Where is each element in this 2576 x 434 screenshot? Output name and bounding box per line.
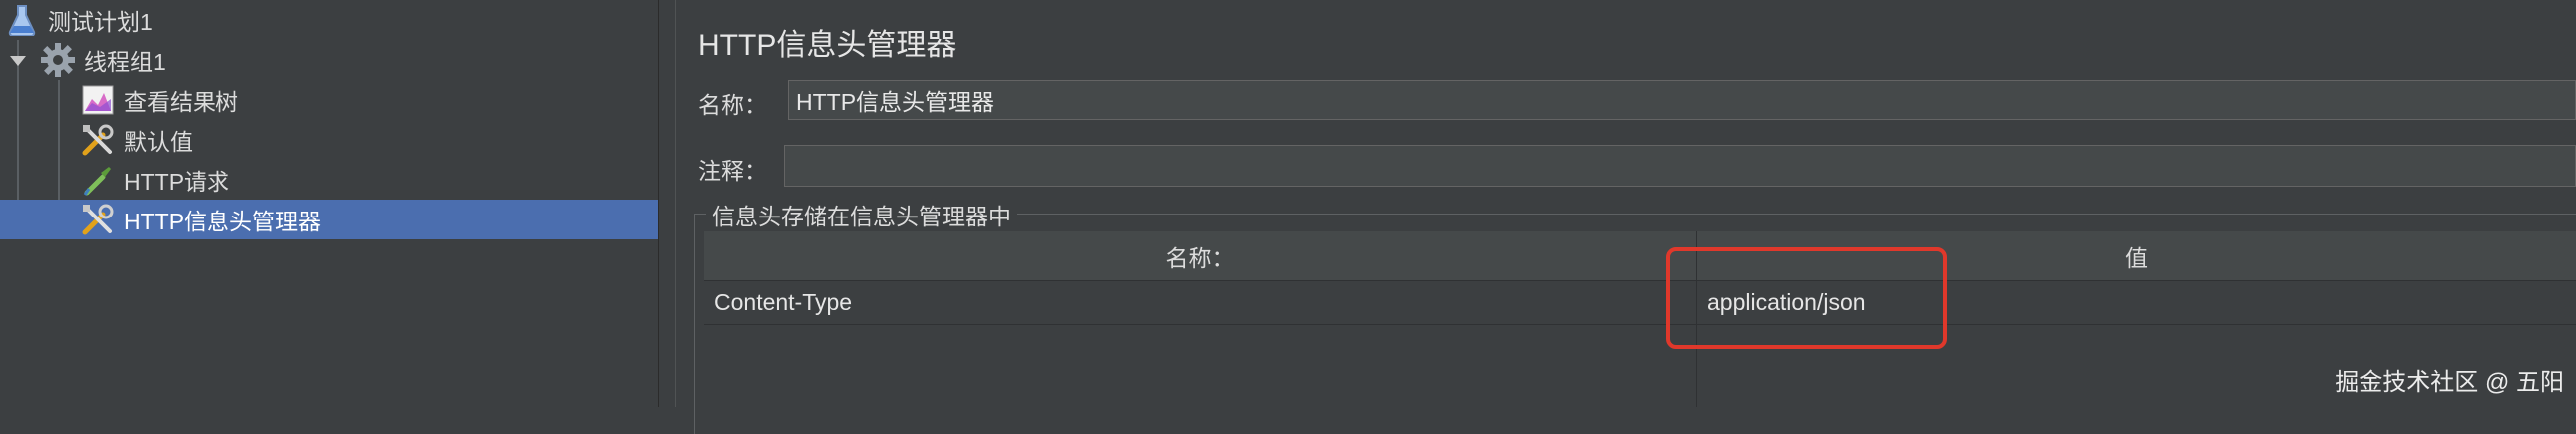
tree-item-label: HTTP请求 bbox=[124, 169, 230, 195]
name-field-value: HTTP信息头管理器 bbox=[796, 89, 995, 115]
tree-item-label: HTTP信息头管理器 bbox=[124, 209, 322, 234]
column-header-name-label: 名称： bbox=[1165, 244, 1235, 271]
tree-item-label: 默认值 bbox=[124, 129, 193, 155]
header-name-text: Content-Type bbox=[714, 289, 853, 315]
pipette-icon bbox=[80, 162, 116, 198]
tools-icon bbox=[80, 122, 116, 158]
tools-icon bbox=[80, 202, 116, 237]
tree-item-thread-group[interactable]: 线程组1 bbox=[0, 40, 658, 80]
tree-item-label: 线程组1 bbox=[84, 49, 166, 75]
headers-group-title: 信息头存储在信息头管理器中 bbox=[706, 198, 1017, 231]
tree-item-label: 查看结果树 bbox=[124, 89, 238, 115]
tree-item-defaults[interactable]: 默认值 bbox=[0, 120, 658, 160]
table-cell-header-name[interactable]: Content-Type bbox=[704, 281, 1696, 325]
watermark: 掘金技术社区 @ 五阳 bbox=[2335, 369, 2564, 396]
highlight-annotation bbox=[1666, 247, 1947, 349]
page-title: HTTP信息头管理器 bbox=[698, 29, 957, 62]
column-header-name[interactable]: 名称： bbox=[704, 231, 1696, 281]
flask-icon bbox=[4, 2, 40, 38]
tree-item-http-header-manager[interactable]: HTTP信息头管理器 bbox=[0, 200, 658, 239]
comment-field[interactable] bbox=[784, 145, 2576, 187]
headers-table: 名称： 值 Content-Type application/json bbox=[704, 231, 2576, 407]
tree-item-http-request[interactable]: HTTP请求 bbox=[0, 160, 658, 200]
gear-icon bbox=[40, 42, 76, 78]
column-header-value-label: 值 bbox=[2125, 244, 2148, 271]
chart-icon bbox=[80, 82, 116, 118]
name-label: 名称： bbox=[698, 92, 767, 118]
name-field[interactable]: HTTP信息头管理器 bbox=[788, 80, 2576, 120]
tree-item-view-results-tree[interactable]: 查看结果树 bbox=[0, 80, 658, 120]
header-manager-panel: HTTP信息头管理器 名称： HTTP信息头管理器 注释： 信息头存储在信息头管… bbox=[676, 0, 2576, 434]
test-plan-tree: 测试计划1 线程组1 查看结果树 默认值 HTTP请求 HTTP信息头管理器 bbox=[0, 0, 658, 407]
tree-item-test-plan[interactable]: 测试计划1 bbox=[0, 0, 658, 40]
comment-label: 注释： bbox=[698, 158, 767, 184]
chevron-down-icon[interactable] bbox=[10, 56, 26, 66]
split-pane-divider[interactable] bbox=[658, 0, 676, 407]
tree-item-label: 测试计划1 bbox=[48, 9, 153, 35]
